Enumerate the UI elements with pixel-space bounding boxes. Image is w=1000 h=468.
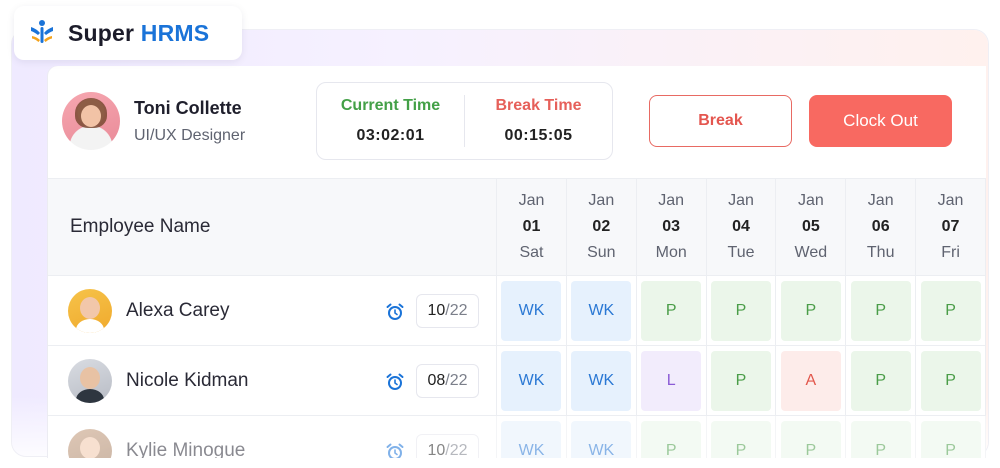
table-row[interactable]: Alexa Carey 10/22 WK WK P P P P P	[48, 276, 986, 346]
current-time-label: Current Time	[340, 97, 441, 114]
status-cell[interactable]: WK	[567, 276, 637, 345]
break-time-value: 00:15:05	[504, 127, 573, 144]
attendance-count: 10/22	[416, 434, 479, 458]
employee-name-header: Employee Name	[48, 179, 498, 275]
alarm-clock-icon[interactable]	[385, 302, 405, 322]
day-header: Jan 02 Sun	[567, 179, 637, 275]
status-badge: WK	[501, 420, 562, 458]
current-time-value: 03:02:01	[356, 127, 425, 144]
clock-out-button[interactable]: Clock Out	[809, 95, 952, 147]
employee-name: Nicole Kidman	[126, 369, 249, 391]
avatar	[68, 358, 112, 403]
attendance-panel: Toni Collette UI/UX Designer Current Tim…	[48, 66, 986, 458]
status-badge: WK	[571, 420, 632, 458]
status-badge: P	[641, 420, 702, 458]
table-row[interactable]: Kylie Minogue 10/22 WK WK P P P P P	[48, 416, 986, 458]
status-badge: L	[641, 350, 702, 411]
day-header: Jan 06 Thu	[846, 179, 917, 275]
attendance-table: Employee Name Jan 01 Sat Jan 02 Sun Jan 03 Mon…	[48, 178, 986, 458]
time-summary: Current Time 03:02:01 Break Time 00:15:0…	[316, 82, 613, 160]
status-badge: P	[780, 420, 841, 458]
status-cell[interactable]: P	[776, 416, 847, 458]
day-header: Jan 04 Tue	[707, 179, 777, 275]
status-cell[interactable]: P	[707, 276, 777, 345]
status-badge: P	[920, 350, 981, 411]
brand-name: Super HRMS	[68, 19, 210, 46]
status-badge: P	[850, 420, 911, 458]
status-badge: P	[920, 280, 981, 341]
table-header: Employee Name Jan 01 Sat Jan 02 Sun Jan 03 Mon…	[48, 178, 986, 276]
profile-name: Toni Collette	[134, 97, 242, 118]
employee-cell: Alexa Carey 10/22	[48, 276, 498, 345]
employee-name: Alexa Carey	[126, 299, 230, 321]
alarm-clock-icon[interactable]	[385, 372, 405, 392]
table-row[interactable]: Nicole Kidman 08/22 WK WK L P A P P	[48, 346, 986, 416]
status-cell[interactable]: WK	[497, 416, 567, 458]
brand-logo[interactable]: Super HRMS	[14, 6, 242, 60]
day-header: Jan 01 Sat	[497, 179, 567, 275]
avatar	[68, 428, 112, 458]
status-badge: P	[641, 280, 702, 341]
day-header: Jan 05 Wed	[776, 179, 847, 275]
status-cell[interactable]: P	[846, 276, 917, 345]
status-cell[interactable]: P	[916, 346, 986, 415]
status-badge: P	[711, 350, 772, 411]
status-cell[interactable]: WK	[567, 346, 637, 415]
status-cell[interactable]: L	[637, 346, 707, 415]
user-profile: Toni Collette UI/UX Designer	[62, 92, 245, 150]
status-cell[interactable]: A	[776, 346, 847, 415]
status-cell[interactable]: P	[846, 416, 917, 458]
avatar	[68, 288, 112, 333]
status-cell[interactable]: P	[916, 416, 986, 458]
status-cell[interactable]: P	[707, 346, 777, 415]
status-cell[interactable]: WK	[497, 276, 567, 345]
status-badge: P	[780, 280, 841, 341]
status-cell[interactable]: P	[776, 276, 847, 345]
status-badge: A	[780, 350, 841, 411]
break-button[interactable]: Break	[649, 95, 792, 147]
day-header: Jan 07 Fri	[916, 179, 986, 275]
status-cell[interactable]: WK	[567, 416, 637, 458]
status-cell[interactable]: P	[846, 346, 917, 415]
status-badge: WK	[571, 280, 632, 341]
status-cell[interactable]: P	[916, 276, 986, 345]
profile-role: UI/UX Designer	[134, 126, 246, 144]
status-cell[interactable]: P	[707, 416, 777, 458]
day-header: Jan 03 Mon	[637, 179, 707, 275]
break-time-label: Break Time	[495, 97, 582, 114]
panel-header: Toni Collette UI/UX Designer Current Tim…	[48, 66, 986, 178]
status-badge: P	[850, 350, 911, 411]
avatar	[62, 92, 120, 150]
attendance-count: 08/22	[416, 364, 479, 398]
status-badge: WK	[571, 350, 632, 411]
status-cell[interactable]: P	[637, 416, 707, 458]
status-badge: WK	[501, 280, 562, 341]
status-badge: P	[711, 420, 772, 458]
status-badge: P	[711, 280, 772, 341]
employee-cell: Nicole Kidman 08/22	[48, 346, 498, 415]
status-cell[interactable]: WK	[497, 346, 567, 415]
status-badge: P	[920, 420, 981, 458]
attendance-count: 10/22	[416, 294, 479, 328]
break-time-block: Break Time 00:15:05	[464, 95, 612, 147]
employee-cell: Kylie Minogue 10/22	[48, 416, 498, 459]
hrms-logo-icon	[31, 20, 53, 43]
status-badge: P	[850, 280, 911, 341]
status-cell[interactable]: P	[637, 276, 707, 345]
current-time-block: Current Time 03:02:01	[317, 83, 464, 159]
status-badge: WK	[501, 350, 562, 411]
employee-name: Kylie Minogue	[126, 439, 246, 459]
alarm-clock-icon[interactable]	[385, 442, 405, 458]
